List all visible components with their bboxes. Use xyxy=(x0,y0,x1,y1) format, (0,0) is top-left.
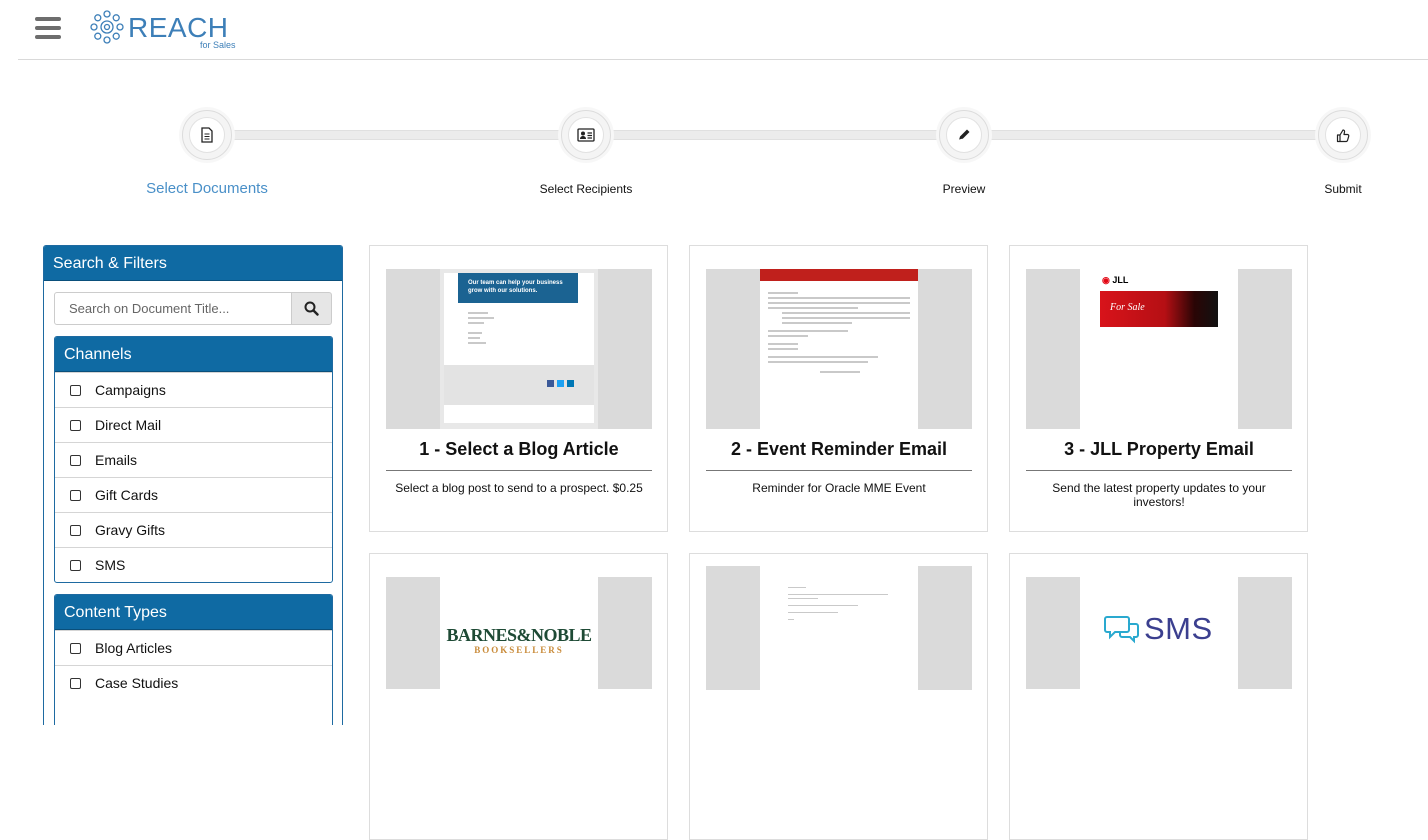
contact-card-icon xyxy=(577,128,595,142)
checkbox[interactable] xyxy=(70,384,81,396)
filter-label: Direct Mail xyxy=(95,417,162,433)
step-connector xyxy=(988,130,1318,140)
step-connector xyxy=(232,130,562,140)
top-header: REACH for Sales xyxy=(18,0,1428,60)
filter-label: Blog Articles xyxy=(95,640,173,656)
thumbs-up-icon xyxy=(1336,128,1350,142)
logo-gear-icon xyxy=(90,10,124,44)
filter-label: Gravy Gifts xyxy=(95,522,166,538)
filter-gravy-gifts[interactable]: Gravy Gifts xyxy=(55,512,332,547)
card-description: Select a blog post to send to a prospect… xyxy=(395,481,643,495)
document-search-input[interactable] xyxy=(54,292,292,325)
chat-bubbles-icon xyxy=(1104,616,1139,644)
step-submit[interactable] xyxy=(1318,110,1368,160)
content-types-title: Content Types xyxy=(55,595,332,630)
document-thumbnail: SMS xyxy=(1026,577,1292,689)
document-thumbnail: Our team can help your business grow wit… xyxy=(386,269,652,429)
filter-label: SMS xyxy=(95,557,126,573)
search-bar xyxy=(54,292,333,325)
filter-case-studies[interactable]: Case Studies xyxy=(55,665,332,700)
search-filters-panel: Search & Filters Channels Campaigns Dire… xyxy=(43,245,343,725)
filter-label: Campaigns xyxy=(95,382,166,398)
filter-gift-cards[interactable]: Gift Cards xyxy=(55,477,332,512)
booksellers-text: BOOKSELLERS xyxy=(474,645,564,655)
for-sale-banner: For Sale xyxy=(1100,291,1218,327)
content-types-filter: Content Types Blog Articles Case Studies xyxy=(54,594,333,725)
filter-campaigns[interactable]: Campaigns xyxy=(55,372,332,407)
checkbox[interactable] xyxy=(70,642,81,654)
filter-blog-articles[interactable]: Blog Articles xyxy=(55,630,332,665)
step-label-select-documents[interactable]: Select Documents xyxy=(107,180,307,197)
pencil-icon xyxy=(958,129,970,141)
filter-label: Gift Cards xyxy=(95,487,159,503)
card-description: Send the latest property updates to your… xyxy=(1052,481,1266,509)
filter-direct-mail[interactable]: Direct Mail xyxy=(55,407,332,442)
document-thumbnail xyxy=(706,269,972,429)
channels-title: Channels xyxy=(55,337,332,372)
checkbox[interactable] xyxy=(70,524,81,536)
divider xyxy=(1026,470,1292,471)
filter-label: Case Studies xyxy=(95,675,179,691)
step-select-documents[interactable] xyxy=(182,110,232,160)
document-thumbnail: ◉ JLL For Sale xyxy=(1026,269,1292,429)
hamburger-menu-icon[interactable] xyxy=(35,17,61,41)
checkbox[interactable] xyxy=(70,454,81,466)
divider xyxy=(386,470,652,471)
document-card[interactable]: ◉ JLL For Sale 3 - JLL Property Email Se… xyxy=(1009,245,1308,532)
step-preview[interactable] xyxy=(939,110,989,160)
checkbox[interactable] xyxy=(70,419,81,431)
panel-title: Search & Filters xyxy=(44,246,342,281)
progress-stepper: Select Documents Select Recipients Previ… xyxy=(0,108,1428,208)
document-icon xyxy=(201,127,213,143)
step-label-preview[interactable]: Preview xyxy=(864,182,1064,196)
step-connector xyxy=(610,130,940,140)
search-button[interactable] xyxy=(291,292,332,325)
step-label-submit[interactable]: Submit xyxy=(1243,182,1428,196)
jll-logo: ◉ JLL xyxy=(1102,275,1129,285)
filter-emails[interactable]: Emails xyxy=(55,442,332,477)
document-card[interactable]: BARNES&NOBLE BOOKSELLERS xyxy=(369,553,668,840)
divider xyxy=(706,470,972,471)
logo-tagline: for Sales xyxy=(200,40,236,50)
document-card[interactable]: 2 - Event Reminder Email Reminder for Or… xyxy=(689,245,988,532)
step-label-select-recipients[interactable]: Select Recipients xyxy=(486,182,686,196)
search-icon xyxy=(304,301,319,316)
card-title: 1 - Select a Blog Article xyxy=(419,439,619,459)
barnes-noble-logo: BARNES&NOBLE xyxy=(446,625,592,645)
channels-filter: Channels Campaigns Direct Mail Emails Gi… xyxy=(54,336,333,583)
card-description: Reminder for Oracle MME Event xyxy=(752,481,926,495)
filter-sms[interactable]: SMS xyxy=(55,547,332,582)
document-thumbnail xyxy=(706,566,972,690)
checkbox[interactable] xyxy=(70,489,81,501)
document-thumbnail: BARNES&NOBLE BOOKSELLERS xyxy=(386,577,652,689)
checkbox[interactable] xyxy=(70,559,81,571)
filter-label: Emails xyxy=(95,452,138,468)
card-title: 3 - JLL Property Email xyxy=(1064,439,1254,459)
sms-logo-text: SMS xyxy=(1144,611,1213,646)
document-card[interactable]: Our team can help your business grow wit… xyxy=(369,245,668,532)
step-select-recipients[interactable] xyxy=(561,110,611,160)
checkbox[interactable] xyxy=(70,677,81,689)
blog-thumb-heading: Our team can help your business grow wit… xyxy=(458,273,578,303)
document-card[interactable] xyxy=(689,553,988,840)
card-title: 2 - Event Reminder Email xyxy=(730,439,948,459)
document-card[interactable]: SMS xyxy=(1009,553,1308,840)
